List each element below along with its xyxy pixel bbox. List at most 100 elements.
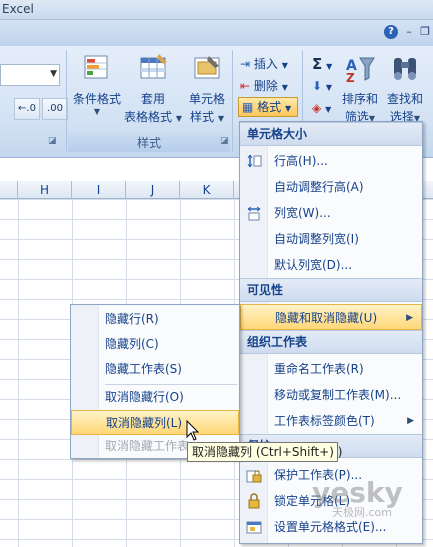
format-cells-icon	[246, 521, 262, 534]
row-height-label: 行高(H)...	[274, 154, 328, 168]
conditional-format-label: 条件格式	[72, 92, 121, 106]
sort-filter-button[interactable]: A Z 排序和 筛选▼	[340, 52, 380, 127]
menu-item-default-width[interactable]: 默认列宽(D)...	[240, 252, 422, 278]
table-format-icon	[140, 54, 167, 79]
delete-icon: ⇤	[240, 79, 251, 93]
dialog-launcher-icon[interactable]: ◪	[220, 136, 229, 146]
submenu-item-hide-sheet[interactable]: 隐藏工作表(S)	[71, 357, 239, 382]
table-format-button[interactable]: 套用 表格格式 ▼	[124, 52, 182, 127]
submenu-arrow-icon: ▶	[406, 313, 413, 323]
cell-style-label-1: 单元格	[188, 92, 225, 106]
section-visibility: 可见性	[240, 278, 422, 302]
chevron-down-icon: ▼	[93, 107, 101, 116]
help-icon[interactable]: ?	[384, 25, 398, 39]
menu-item-format-cells[interactable]: 设置单元格格式(E)...	[240, 514, 422, 540]
table-format-label-2-text: 表格格式	[124, 110, 173, 124]
menu-item-autofit-column[interactable]: 自动调整列宽(I)	[240, 226, 422, 252]
column-header-j[interactable]: J	[126, 181, 180, 199]
submenu-arrow-icon: ▶	[407, 416, 414, 426]
move-copy-label: 移动或复制工作表(M)...	[274, 388, 402, 402]
submenu-item-unhide-columns[interactable]: 取消隐藏列(L)	[71, 410, 239, 435]
format-button[interactable]: ▦ 格式 ▼	[238, 97, 298, 117]
section-organize: 组织工作表	[240, 330, 422, 354]
submenu-item-hide-rows[interactable]: 隐藏行(R)	[71, 307, 239, 332]
minimize-icon[interactable]: –	[402, 25, 416, 39]
table-format-label-1: 套用	[140, 92, 165, 106]
ribbon-tab-strip: ? – ❐	[0, 20, 433, 46]
menu-item-move-copy[interactable]: 移动或复制工作表(M)...	[240, 382, 422, 408]
column-width-label: 列宽(W)...	[274, 206, 331, 220]
tab-color-label: 工作表标签颜色(T)	[274, 414, 375, 428]
chevron-down-icon: ▼	[326, 62, 333, 71]
protect-sheet-icon	[246, 470, 262, 483]
watermark-sub: 天极网.com	[332, 506, 392, 519]
chevron-down-icon: ▼	[325, 83, 333, 92]
increase-decimal-button[interactable]: ←.0	[14, 98, 40, 120]
conditional-format-button[interactable]: 条件格式 ▼	[70, 52, 124, 116]
hide-unhide-submenu: 隐藏行(R) 隐藏列(C) 隐藏工作表(S) 取消隐藏行(O) 取消隐藏列(L)…	[70, 304, 240, 459]
chevron-down-icon: ▼	[50, 69, 57, 79]
default-width-label: 默认列宽(D)...	[274, 258, 353, 272]
format-cells-label: 设置单元格格式(E)...	[274, 520, 387, 534]
find-select-button[interactable]: 查找和 选择▼	[382, 52, 428, 127]
title-bar: Excel	[0, 0, 433, 20]
cell-style-label-2-text: 样式	[190, 110, 215, 124]
menu-item-row-height[interactable]: 行高(H)...	[240, 148, 422, 174]
autofit-row-label: 自动调整行高(A)	[274, 180, 364, 194]
clear-button[interactable]: ◈ ▼	[312, 98, 331, 118]
column-header-i[interactable]: I	[72, 181, 126, 199]
chevron-down-icon: ▼	[281, 83, 288, 92]
insert-label: 插入	[253, 57, 278, 71]
hide-unhide-label: 隐藏和取消隐藏(U)	[275, 311, 378, 325]
table-format-label-2: 表格格式 ▼	[124, 109, 182, 127]
number-format-combo[interactable]: ▼	[0, 64, 60, 86]
cell-style-icon	[194, 56, 220, 79]
column-header-h[interactable]: H	[18, 181, 72, 199]
column-header-corner	[0, 181, 18, 199]
group-separator	[66, 50, 67, 152]
group-separator	[232, 50, 233, 152]
menu-item-autofit-row[interactable]: 自动调整行高(A)	[240, 174, 422, 200]
column-header-k[interactable]: K	[180, 181, 234, 199]
chevron-down-icon: ▼	[281, 61, 288, 70]
section-cell-size: 单元格大小	[240, 122, 422, 146]
row-height-icon	[247, 154, 262, 168]
chevron-down-icon: ▼	[175, 114, 182, 123]
sort-label-1: 排序和	[341, 92, 378, 106]
chevron-down-icon: ▼	[325, 105, 332, 114]
autosum-button[interactable]: Σ ▼	[312, 54, 332, 74]
menu-item-tab-color[interactable]: 工作表标签颜色(T) ▶	[240, 408, 422, 434]
find-label-1: 查找和	[386, 92, 423, 106]
delete-button[interactable]: ⇤ 删除 ▼	[240, 76, 288, 96]
fill-button[interactable]: ⬇ ▼	[312, 76, 332, 96]
format-label: 格式	[257, 100, 282, 114]
menu-item-column-width[interactable]: 列宽(W)...	[240, 200, 422, 226]
insert-icon: ⇥	[240, 57, 251, 71]
decrease-decimal-button[interactable]: .00	[42, 98, 68, 120]
sort-filter-icon: A Z	[346, 57, 375, 85]
chevron-down-icon: ▼	[217, 114, 224, 123]
menu-item-rename-sheet[interactable]: 重命名工作表(R)	[240, 356, 422, 382]
binoculars-icon	[394, 58, 416, 80]
cell-style-button[interactable]: 单元格 样式 ▼	[184, 52, 230, 127]
window-title: Excel	[2, 2, 34, 16]
eraser-icon: ◈	[312, 101, 322, 115]
submenu-item-unhide-rows[interactable]: 取消隐藏行(O)	[71, 385, 239, 410]
shortcut-tooltip: 取消隐藏列 (Ctrl+Shift+) )	[187, 442, 342, 462]
submenu-item-hide-columns[interactable]: 隐藏列(C)	[71, 332, 239, 357]
styles-group-label: 样式	[68, 134, 230, 152]
svg-text:Z: Z	[346, 71, 355, 84]
mouse-cursor-icon	[186, 420, 200, 441]
column-width-icon	[247, 206, 261, 221]
format-icon: ▦	[242, 100, 254, 114]
sigma-icon: Σ	[312, 55, 323, 73]
menu-item-hide-unhide[interactable]: 隐藏和取消隐藏(U) ▶	[240, 304, 422, 330]
insert-button[interactable]: ⇥ 插入 ▼	[240, 54, 288, 74]
cell-style-label-2: 样式 ▼	[184, 109, 230, 127]
autofit-column-label: 自动调整列宽(I)	[274, 232, 359, 246]
chevron-down-icon: ▼	[285, 104, 292, 113]
dialog-launcher-icon[interactable]: ◪	[48, 136, 57, 146]
restore-icon[interactable]: ❐	[418, 25, 432, 39]
watermark: yesky 天极网.com	[312, 476, 422, 519]
rename-sheet-label: 重命名工作表(R)	[274, 362, 364, 376]
